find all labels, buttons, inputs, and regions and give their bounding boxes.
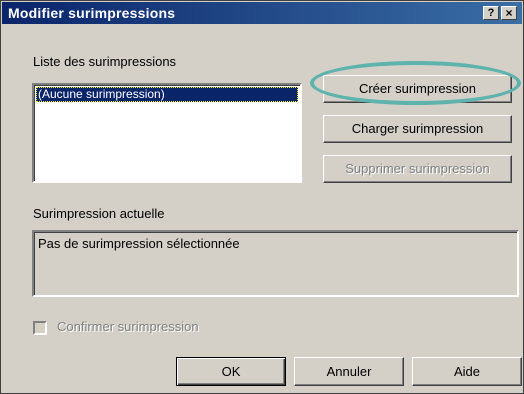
current-overlay-field: Pas de surimpression sélectionnée (32, 230, 519, 297)
overlay-listbox[interactable]: (Aucune surimpression) (32, 83, 302, 183)
dialog-title: Modifier surimpressions (8, 5, 176, 21)
delete-overlay-button[interactable]: Supprimer surimpression (323, 155, 512, 183)
ok-button[interactable]: OK (176, 357, 286, 386)
help-button[interactable]: ? (483, 6, 499, 20)
load-overlay-button[interactable]: Charger surimpression (323, 115, 512, 143)
question-mark-icon: ? (487, 7, 495, 19)
confirm-overlay-label: Confirmer surimpression (57, 319, 199, 334)
overlay-list-label: Liste des surimpressions (33, 54, 177, 69)
title-bar[interactable]: Modifier surimpressions ? × (2, 2, 522, 24)
highlight-ring (310, 61, 521, 105)
current-overlay-label: Surimpression actuelle (33, 206, 165, 221)
list-item[interactable]: (Aucune surimpression) (36, 87, 298, 102)
dialog-window: Modifier surimpressions ? × Liste des su… (0, 0, 524, 394)
confirm-overlay-checkbox[interactable] (33, 321, 47, 335)
close-button[interactable]: × (501, 6, 517, 20)
current-overlay-value: Pas de surimpression sélectionnée (38, 236, 240, 251)
help-dialog-button[interactable]: Aide (412, 357, 522, 386)
cancel-button[interactable]: Annuler (294, 357, 404, 386)
close-icon: × (505, 6, 513, 20)
